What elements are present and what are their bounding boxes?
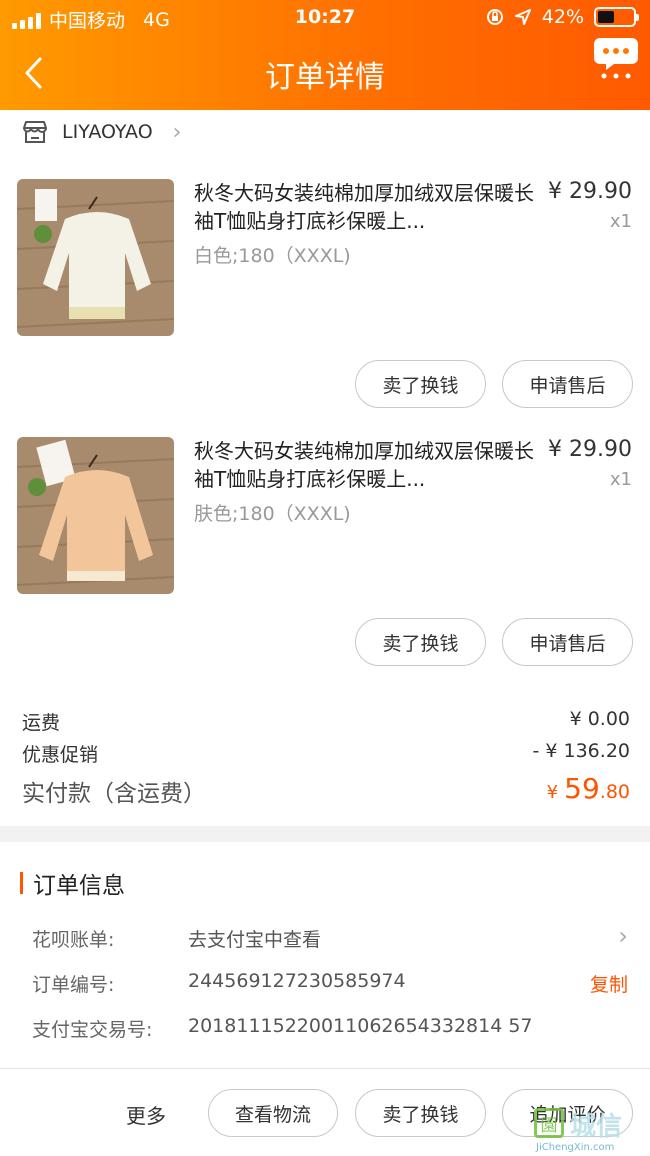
chevron-right-icon: ›	[172, 119, 182, 145]
resell-button[interactable]: 卖了换钱	[355, 1089, 486, 1137]
total-value: ¥ 59.80	[547, 772, 630, 805]
page-title: 订单详情	[265, 60, 385, 95]
order-info-title: 订单信息	[33, 873, 125, 899]
product-title[interactable]: 秋冬大码女装纯棉加厚加绒双层保暖长袖T恤贴身打底衫保暖上...	[194, 437, 534, 493]
total-integer: 59	[564, 772, 600, 805]
product-qty: x1	[609, 469, 632, 490]
more-button[interactable]: 更多	[126, 1100, 166, 1129]
section-divider	[0, 826, 650, 842]
location-icon	[514, 9, 531, 25]
discount-row: 优惠促销 - ¥ 136.20	[22, 740, 630, 767]
copy-button[interactable]: 复制	[590, 970, 628, 997]
shop-row[interactable]: LIYAOYAO ›	[22, 116, 181, 148]
info-label: 支付宝交易号:	[32, 1019, 153, 1041]
info-value[interactable]: 去支付宝中查看	[188, 925, 321, 952]
view-logistics-button[interactable]: 查看物流	[208, 1089, 338, 1137]
order-number-row: 订单编号: 244569127230585974 复制	[32, 970, 632, 997]
discount-label: 优惠促销	[22, 744, 99, 766]
product-qty: x1	[609, 211, 632, 232]
resell-button[interactable]: 卖了换钱	[355, 360, 486, 408]
huabei-row[interactable]: 花呗账单: 去支付宝中查看 ›	[32, 922, 632, 952]
total-decimal: .80	[599, 781, 630, 803]
product-price: ¥ 29.90	[548, 437, 632, 462]
order-number-value: 244569127230585974	[188, 970, 406, 992]
shipping-row: 运费 ¥ 0.00	[22, 708, 630, 735]
bottom-bar-divider	[0, 1068, 650, 1069]
shop-name: LIYAOYAO	[62, 121, 153, 143]
product-title[interactable]: 秋冬大码女装纯棉加厚加绒双层保暖长袖T恤贴身打底衫保暖上...	[194, 179, 534, 235]
after-sale-button[interactable]: 申请售后	[502, 618, 633, 666]
battery-icon	[594, 7, 639, 27]
product-sku: 肤色;180（XXXL)	[194, 503, 351, 525]
discount-value: - ¥ 136.20	[532, 740, 630, 762]
header-bar: 中国移动 4G 10:27 42% 订单详情	[0, 0, 650, 110]
product-item[interactable]: 秋冬大码女装纯棉加厚加绒双层保暖长袖T恤贴身打底衫保暖上... 肤色;180（X…	[0, 437, 650, 695]
total-label: 实付款（含运费）	[22, 781, 206, 807]
chevron-right-icon[interactable]: ›	[618, 922, 628, 950]
info-label: 花呗账单:	[32, 929, 115, 951]
order-info-heading: 订单信息	[20, 866, 125, 900]
heading-accent-bar	[20, 872, 23, 894]
alipay-trade-row: 支付宝交易号: 20181115220011062654332814 57	[32, 1015, 632, 1042]
product-item[interactable]: 秋冬大码女装纯棉加厚加绒双层保暖长袖T恤贴身打底衫保暖上... 白色;180（X…	[0, 179, 650, 437]
store-icon	[23, 121, 47, 143]
status-right: 42%	[486, 6, 639, 28]
alipay-trade-value: 20181115220011062654332814 57	[188, 1015, 533, 1037]
watermark-icon: 園	[534, 1108, 564, 1138]
orientation-lock-icon	[486, 9, 503, 25]
watermark-sub: JiChengXin.com	[536, 1142, 615, 1153]
total-currency: ¥	[546, 782, 559, 803]
battery-percent: 42%	[541, 6, 584, 28]
info-label: 订单编号:	[32, 974, 115, 996]
resell-button[interactable]: 卖了换钱	[355, 618, 486, 666]
watermark-logo: 園 城信 JiChengXin.com	[534, 1106, 646, 1153]
shipping-label: 运费	[22, 712, 61, 734]
after-sale-button[interactable]: 申请售后	[502, 360, 633, 408]
status-bar: 中国移动 4G 10:27 42%	[0, 6, 650, 32]
product-sku: 白色;180（XXXL)	[194, 245, 351, 267]
product-thumbnail[interactable]	[17, 437, 174, 594]
chat-bubble-more-icon[interactable]	[594, 34, 638, 80]
shipping-value: ¥ 0.00	[569, 708, 630, 730]
watermark-text: 城信	[570, 1112, 623, 1142]
product-thumbnail[interactable]	[17, 179, 174, 336]
total-row: 实付款（含运费） ¥ 59.80	[22, 772, 630, 808]
product-price: ¥ 29.90	[548, 179, 632, 204]
